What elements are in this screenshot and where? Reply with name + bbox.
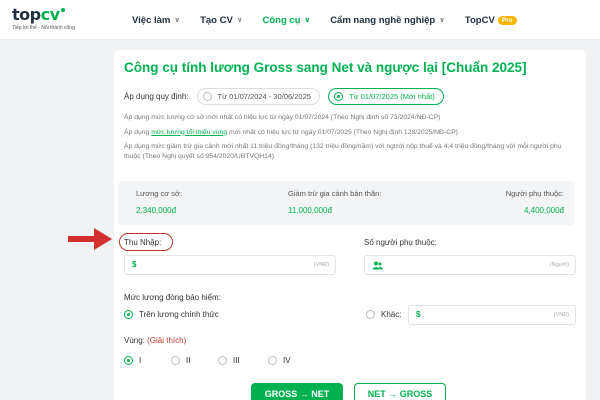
nav-item-tools[interactable]: Công cụ ∨	[263, 15, 311, 26]
radio-icon	[171, 356, 180, 365]
note-family-deduction: Áp dụng mức giảm trừ gia cảnh mới nhất 1…	[124, 143, 562, 160]
region-option-3[interactable]: III	[218, 356, 240, 365]
dependent-deduction-value: 4,400,000đ	[523, 206, 564, 215]
dollar-icon: $	[416, 310, 421, 319]
note-base-salary: Áp dụng mức lương cơ sở mới nhất có hiệu…	[124, 114, 441, 121]
pro-badge: Pro	[497, 15, 517, 25]
family-deduction-value: 11,000,000đ	[288, 206, 332, 215]
radio-icon	[268, 356, 277, 365]
period-option-new[interactable]: Từ 01/07/2025 (Mới nhất)	[327, 88, 444, 105]
family-deduction-info: Giảm trừ gia cảnh bản thân: 11,000,000đ	[288, 189, 382, 215]
chevron-down-icon: ∨	[236, 17, 243, 24]
topcv-logo[interactable]: topcv Tiếp lợi thế - Nối thành công	[12, 5, 75, 31]
chevron-down-icon: ∨	[304, 17, 311, 24]
top-navbar: topcv Tiếp lợi thế - Nối thành công Việc…	[0, 0, 600, 40]
region-option-4[interactable]: IV	[268, 356, 291, 365]
gross-to-net-button[interactable]: GROSS → NET	[251, 383, 343, 400]
period-option-old[interactable]: Từ 01/07/2024 - 30/06/2025	[196, 88, 320, 105]
income-label: Thu Nhập:	[124, 238, 162, 247]
dependent-deduction-info: Người phụ thuộc: 4,400,000đ	[505, 189, 564, 215]
region-explain-link[interactable]: (Giải thích)	[147, 336, 186, 345]
nav-item-jobs[interactable]: Việc làm ∨	[132, 15, 180, 26]
region-option-1[interactable]: I	[124, 356, 141, 365]
insurance-other-option[interactable]: Khác:	[366, 310, 401, 319]
region-label: Vùng: (Giải thích)	[124, 336, 187, 345]
red-arrow-icon	[68, 228, 112, 250]
regulation-notes: Áp dụng mức lương cơ sở mới nhất có hiệu…	[124, 113, 579, 166]
radio-icon	[202, 92, 212, 101]
nav-item-career-guide[interactable]: Cẩm nang nghề nghiệp ∨	[330, 15, 445, 26]
radio-icon	[218, 356, 227, 365]
radio-selected-icon	[124, 310, 133, 319]
min-wage-link[interactable]: mức lương tối thiểu vùng	[151, 129, 227, 136]
radio-selected-icon	[333, 92, 343, 101]
income-input[interactable]: $ (VNĐ)	[124, 255, 336, 275]
deduction-info-box: Lương cơ sở: 2,340,000đ Giảm trừ gia cản…	[118, 181, 574, 225]
radio-selected-icon	[124, 356, 133, 365]
regulation-label: Áp dụng quy định:	[124, 92, 189, 101]
net-to-gross-button[interactable]: NET → GROSS	[354, 383, 446, 400]
nav-menu: Việc làm ∨ Tạo CV ∨ Công cụ ∨ Cẩm nang nghề…	[132, 0, 537, 40]
page-title: Công cụ tính lương Gross sang Net và ngư…	[124, 60, 527, 75]
salary-calculator-card: Công cụ tính lương Gross sang Net và ngư…	[114, 50, 586, 400]
radio-icon	[366, 310, 375, 319]
dollar-icon: $	[132, 260, 137, 269]
people-icon	[372, 261, 383, 272]
region-option-2[interactable]: II	[171, 356, 190, 365]
logo-tagline: Tiếp lợi thế - Nối thành công	[12, 25, 75, 31]
base-salary-info: Lương cơ sở: 2,340,000đ	[136, 189, 183, 215]
nav-item-create-cv[interactable]: Tạo CV ∨	[200, 15, 242, 26]
base-salary-value: 2,340,000đ	[136, 206, 177, 215]
note-min-wage: Áp dụng mức lương tối thiểu vùng mới nhấ…	[124, 128, 458, 136]
regulation-selector: Áp dụng quy định: Từ 01/07/2024 - 30/06/…	[124, 88, 444, 105]
dependents-label: Số người phụ thuộc:	[364, 238, 437, 247]
insurance-label: Mức lương đóng bảo hiểm:	[124, 293, 221, 302]
chevron-down-icon: ∨	[174, 17, 181, 24]
insurance-official-option[interactable]: Trên lương chính thức	[124, 310, 219, 319]
nav-item-topcv-pro[interactable]: TopCV Pro	[465, 15, 517, 26]
dependents-input[interactable]: (Người)	[364, 255, 576, 275]
insurance-other-input[interactable]: $ (VNĐ)	[408, 305, 576, 325]
chevron-down-icon: ∨	[439, 17, 445, 24]
